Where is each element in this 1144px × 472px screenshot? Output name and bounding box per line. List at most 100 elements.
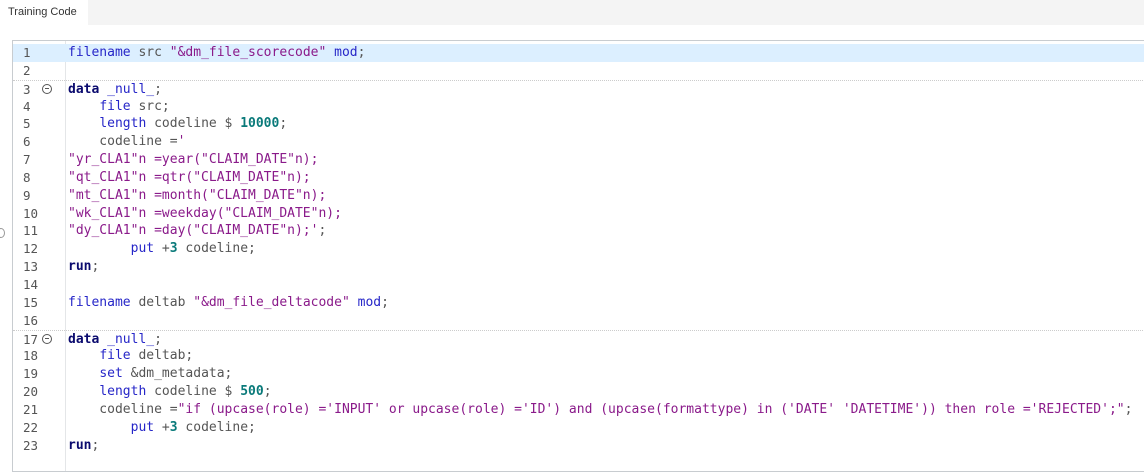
code-token: "mt_CLA1"n =month("CLAIM_DATE"n); — [68, 187, 327, 203]
code-text: put +3 codeline; — [68, 240, 256, 258]
code-text: file src; — [68, 98, 169, 116]
code-token: "yr_CLA1"n =year("CLAIM_DATE"n); — [68, 152, 319, 168]
code-token: mod — [334, 45, 358, 60]
line-number: 10 — [23, 205, 39, 221]
code-line[interactable]: 1 filename src "&dm_file_scorecode" mod; — [13, 44, 1144, 62]
code-line[interactable]: 18 file deltab; — [13, 347, 1144, 365]
code-text: put +3 codeline; — [68, 419, 256, 437]
code-text: filename deltab "&dm_file_deltacode" mod… — [68, 294, 389, 312]
line-number: 21 — [23, 401, 39, 417]
line-number: 23 — [23, 437, 39, 453]
code-line[interactable]: 15 filename deltab "&dm_file_deltacode" m… — [13, 294, 1144, 312]
code-token: file — [99, 98, 131, 114]
code-token: file — [99, 348, 131, 364]
code-line[interactable]: 3 data _null_; — [13, 79, 1144, 99]
code-token: length — [99, 384, 147, 400]
code-text: set &dm_metadata; — [68, 365, 232, 383]
line-number: 19 — [23, 366, 39, 382]
line-number: 12 — [23, 241, 39, 257]
tab-training-code[interactable]: Training Code — [0, 0, 88, 25]
code-token: put — [130, 419, 155, 435]
code-line[interactable]: 5 length codeline $ 10000; — [13, 115, 1144, 133]
code-token: ; — [91, 259, 100, 275]
code-editor[interactable]: 1 filename src "&dm_file_scorecode" mod; 2… — [12, 40, 1144, 472]
code-line[interactable]: 9 "mt_CLA1"n =month("CLAIM_DATE"n); — [13, 187, 1144, 205]
code-token: "qt_CLA1"n =qtr("CLAIM_DATE"n); — [68, 169, 311, 185]
code-line[interactable]: 4 file src; — [13, 98, 1144, 116]
code-token: 3 — [169, 241, 178, 257]
code-token: deltab; — [130, 348, 194, 364]
code-token: set — [99, 366, 123, 382]
line-number: 14 — [23, 276, 39, 292]
line-number: 2 — [23, 62, 31, 78]
code-token: &dm_metadata; — [122, 366, 233, 382]
tab-bar: Training Code — [0, 0, 1144, 25]
code-line[interactable]: 14 — [13, 276, 1144, 294]
code-text: codeline =' — [68, 133, 185, 151]
code-token: "if (upcase(role) ='INPUT' or upcase(rol… — [177, 401, 1125, 417]
code-line[interactable]: 22 put +3 codeline; — [13, 419, 1144, 437]
code-line[interactable]: 8 "qt_CLA1"n =qtr("CLAIM_DATE"n); — [13, 169, 1144, 187]
code-token: _null_ — [107, 331, 155, 347]
code-token: ; — [357, 45, 366, 60]
code-token: filename — [68, 45, 131, 60]
code-text: "yr_CLA1"n =year("CLAIM_DATE"n); — [68, 151, 318, 169]
line-number: 20 — [23, 384, 39, 400]
code-token: codeline = — [68, 134, 178, 150]
code-token: data — [68, 331, 100, 347]
line-number: 7 — [23, 152, 31, 168]
code-text: data _null_; — [68, 81, 162, 99]
code-text: "qt_CLA1"n =qtr("CLAIM_DATE"n); — [68, 169, 311, 187]
line-number: 5 — [23, 116, 31, 132]
code-token: ; — [154, 331, 162, 347]
line-number: 1 — [23, 45, 31, 60]
code-token: ; — [91, 437, 100, 453]
code-token: + — [154, 241, 170, 257]
code-lines: 1 filename src "&dm_file_scorecode" mod; 2… — [13, 44, 1144, 454]
code-token: filename — [68, 294, 131, 310]
line-number: 16 — [23, 312, 39, 328]
code-token: "&dm_file_scorecode" — [169, 45, 327, 60]
code-line[interactable]: 11 "dy_CLA1"n =day("CLAIM_DATE"n);'; — [13, 222, 1144, 240]
code-line[interactable]: 6 codeline =' — [13, 133, 1144, 151]
code-line[interactable]: 23 run; — [13, 437, 1144, 455]
code-line[interactable]: 17 data _null_; — [13, 329, 1144, 348]
line-number: 13 — [23, 259, 39, 275]
code-text: run; — [68, 258, 99, 276]
code-line[interactable]: 13 run; — [13, 258, 1144, 276]
code-token: codeline = — [68, 401, 178, 417]
code-token: 10000 — [240, 116, 280, 132]
line-number: 4 — [23, 98, 31, 114]
fold-collapse-icon[interactable] — [42, 333, 52, 344]
code-token: length — [99, 116, 147, 132]
code-token: ; — [263, 384, 272, 400]
code-line[interactable]: 19 set &dm_metadata; — [13, 365, 1144, 383]
line-number: 22 — [23, 419, 39, 435]
code-token: _null_ — [107, 81, 155, 97]
code-token: "&dm_file_deltacode" — [193, 294, 350, 310]
code-token: ; — [154, 81, 162, 97]
code-token: ; — [318, 223, 327, 239]
scroll-left-handle[interactable] — [0, 228, 5, 238]
fold-collapse-icon[interactable] — [42, 83, 52, 94]
code-token: put — [130, 241, 155, 257]
code-line[interactable]: 20 length codeline $ 500; — [13, 383, 1144, 401]
code-line[interactable]: 16 — [13, 312, 1144, 330]
code-line[interactable]: 2 — [13, 62, 1144, 80]
code-token: codeline $ — [146, 384, 241, 400]
code-text: file deltab; — [68, 347, 193, 365]
code-line[interactable]: 12 put +3 codeline; — [13, 240, 1144, 258]
code-token: ' — [177, 134, 186, 150]
code-line[interactable]: 10 "wk_CLA1"n =weekday("CLAIM_DATE"n); — [13, 205, 1144, 223]
code-line[interactable]: 21 codeline ="if (upcase(role) ='INPUT' … — [13, 401, 1144, 419]
code-line[interactable]: 7 "yr_CLA1"n =year("CLAIM_DATE"n); — [13, 151, 1144, 169]
